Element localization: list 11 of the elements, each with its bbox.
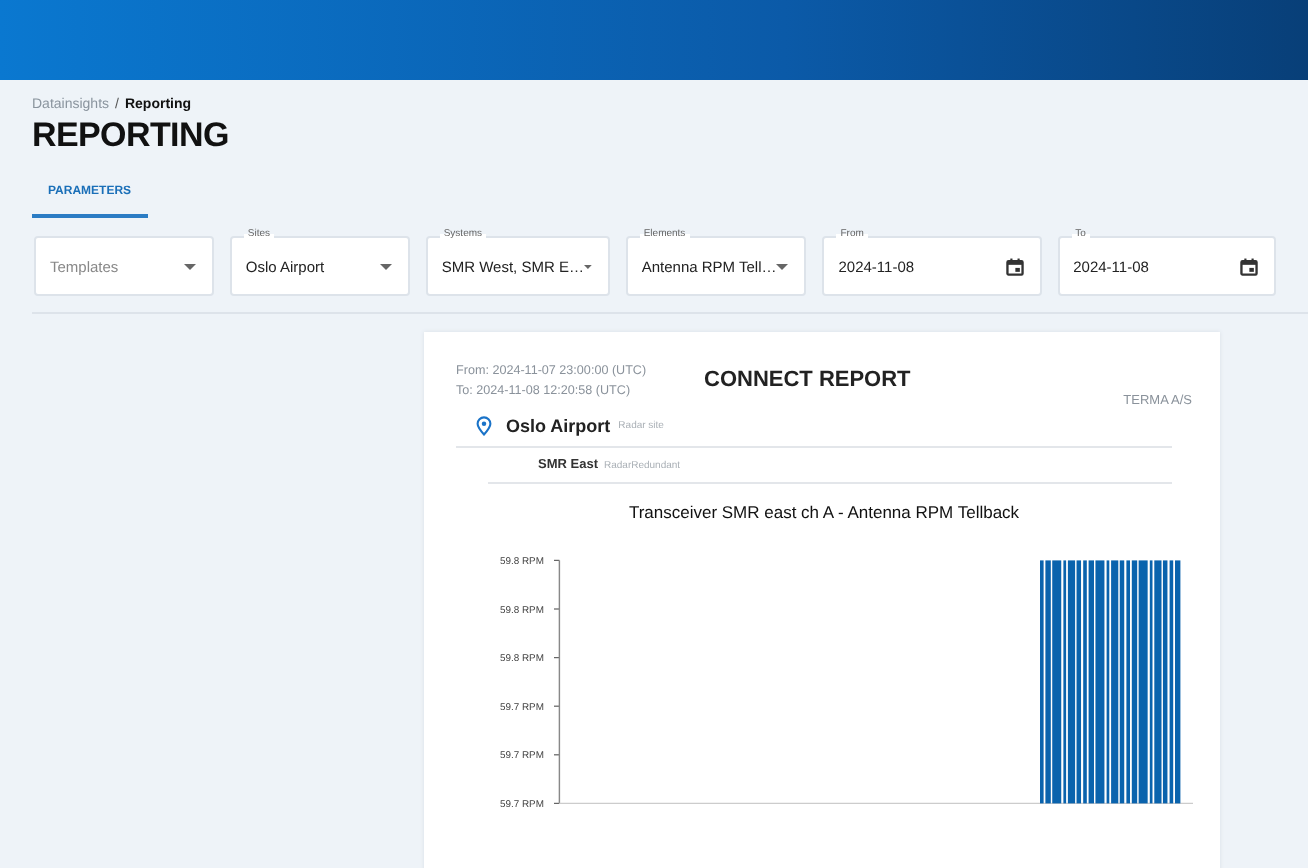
site-name: Oslo Airport	[506, 416, 611, 436]
caret-icon	[183, 263, 196, 269]
page-title: REPORTING	[32, 116, 231, 156]
calendar-icon	[1005, 257, 1024, 275]
location-pin-icon	[476, 416, 492, 436]
caret-icon	[583, 263, 592, 269]
report-title: CONNECT REPORT	[704, 368, 911, 392]
calendar-icon	[1240, 257, 1258, 275]
chart-title: Transceiver SMR east ch A - Antenna RPM Tellback	[626, 502, 1022, 522]
caret-icon	[379, 263, 392, 269]
caret-icon	[776, 263, 789, 269]
